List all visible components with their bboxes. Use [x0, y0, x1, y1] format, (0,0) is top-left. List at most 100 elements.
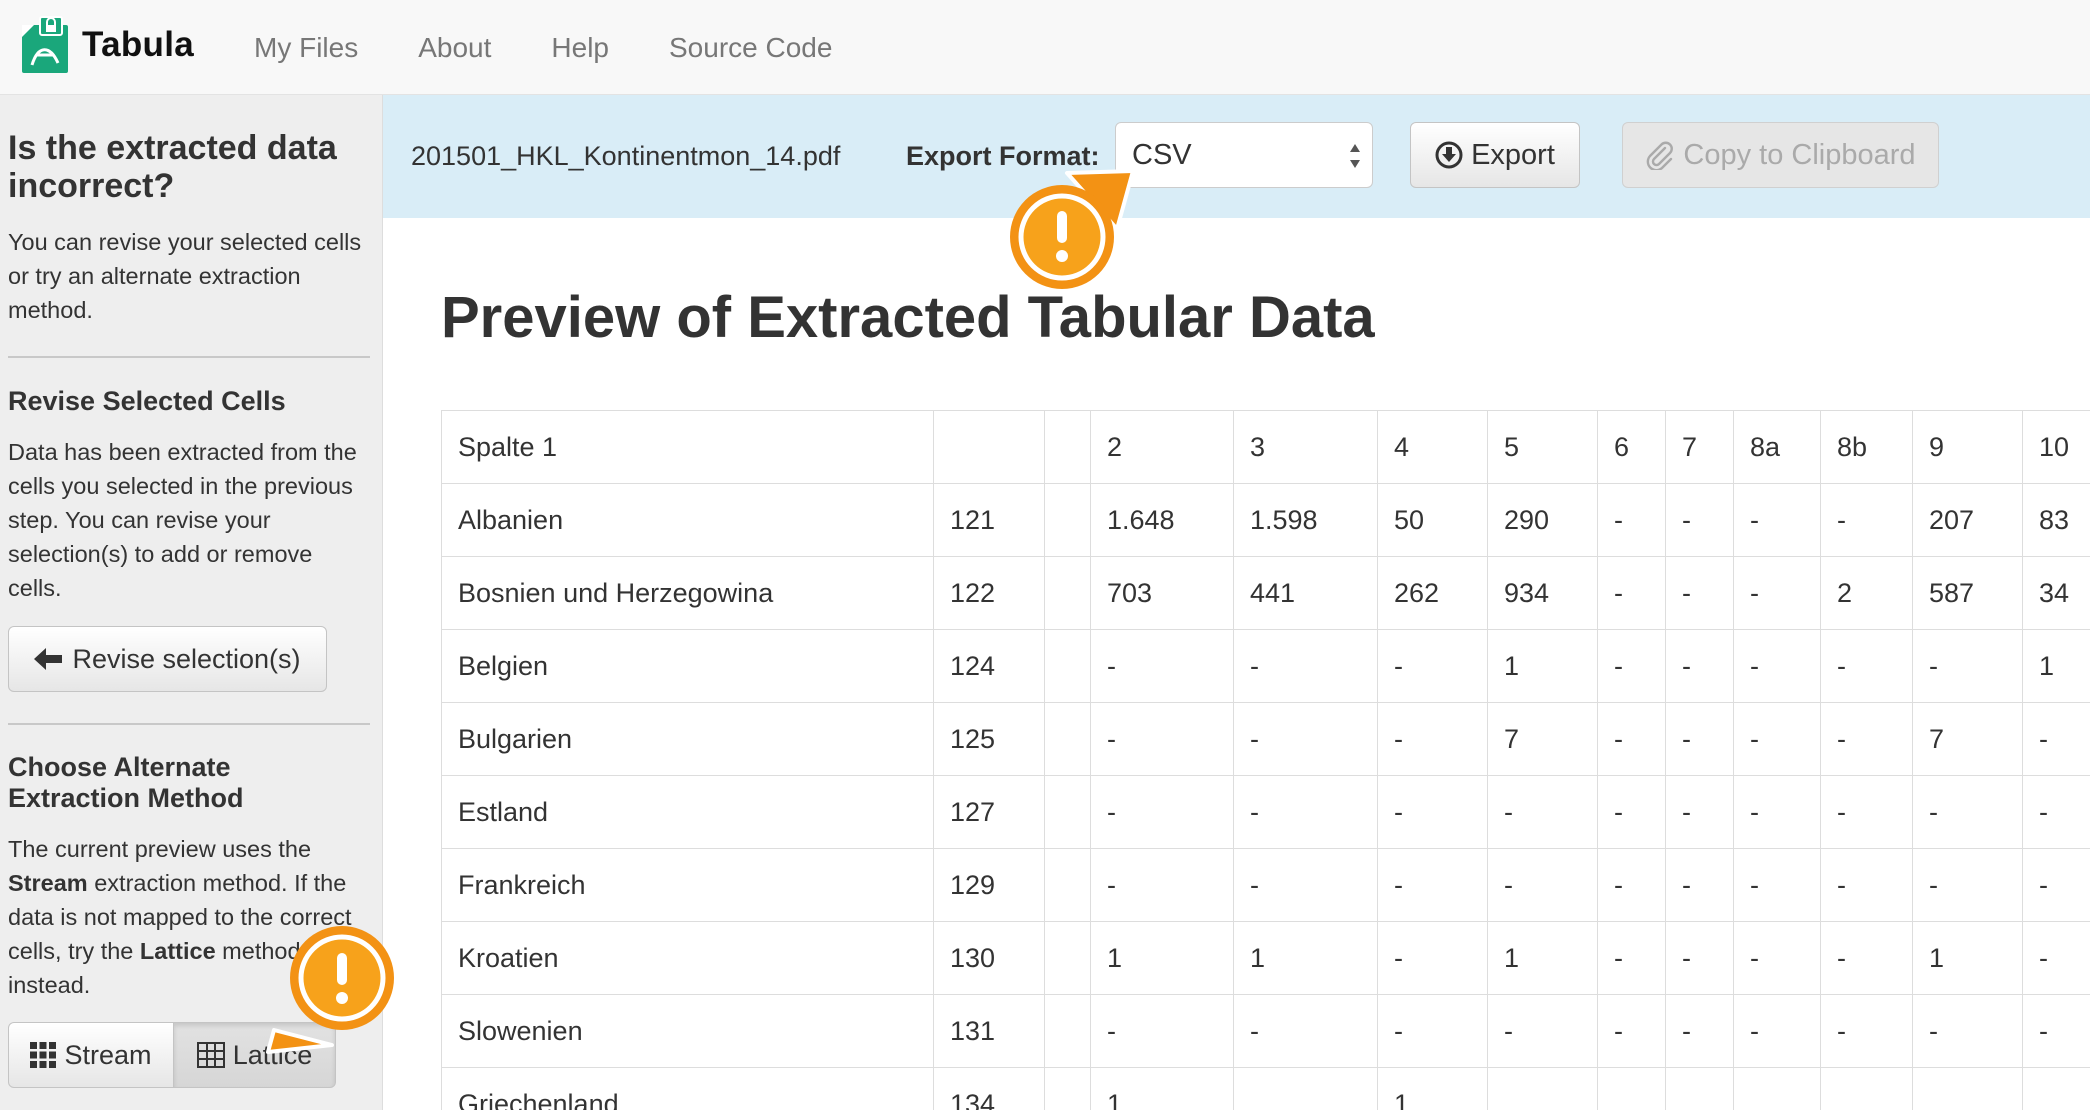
- stream-method-label: Stream: [64, 1039, 152, 1070]
- copy-to-clipboard-label: Copy to Clipboard: [1683, 138, 1916, 171]
- table-cell: 2: [1090, 410, 1234, 484]
- brand-name: Tabula: [82, 25, 194, 64]
- table-cell: 131: [933, 994, 1045, 1068]
- table-cell: [1597, 1067, 1666, 1110]
- table-cell: -: [1377, 775, 1488, 849]
- table-cell: 124: [933, 629, 1045, 703]
- table-cell: 7: [1487, 702, 1598, 776]
- table-row: Albanien 121 1.648 1.598 50 290- - - -207 83: [441, 483, 2090, 557]
- sidebar: Is the extracted data incorrect? You can…: [0, 95, 383, 1110]
- table-cell: [1912, 1067, 2023, 1110]
- table-cell: [1044, 994, 1091, 1068]
- table-cell: -: [1665, 775, 1734, 849]
- table-cell: [1044, 702, 1091, 776]
- sidebar-divider: [8, 356, 370, 358]
- table-cell: 83: [2022, 483, 2090, 557]
- table-cell: Belgien: [441, 629, 934, 703]
- table-cell: -: [2022, 994, 2090, 1068]
- lattice-method-button[interactable]: Lattice: [174, 1022, 336, 1088]
- copy-to-clipboard-button[interactable]: Copy to Clipboard: [1622, 122, 1939, 188]
- method-text-before: The current preview uses the: [8, 836, 312, 862]
- top-navbar: Tabula My Files About Help Source Code: [0, 0, 2090, 95]
- table-cell: -: [2022, 702, 2090, 776]
- table-cell: 7: [1665, 410, 1734, 484]
- table-cell: -: [1233, 629, 1378, 703]
- lattice-method-label: Lattice: [232, 1039, 313, 1070]
- table-cell: -: [1733, 848, 1821, 922]
- table-cell: -: [1820, 994, 1913, 1068]
- table-row: Frankreich 129- - - - - - - - - -: [441, 848, 2090, 922]
- table-cell: 129: [933, 848, 1045, 922]
- table-cell: 1: [2022, 629, 2090, 703]
- table-cell: Griechenland: [441, 1067, 934, 1110]
- table-cell: [1044, 410, 1091, 484]
- table-cell: -: [1820, 775, 1913, 849]
- table-cell: 34: [2022, 556, 2090, 630]
- nav-link-my-files[interactable]: My Files: [254, 32, 358, 64]
- table-row: Griechenland 134 1 1: [441, 1067, 2090, 1110]
- table-cell: -: [1487, 775, 1598, 849]
- table-cell: -: [1090, 702, 1234, 776]
- brand[interactable]: Tabula: [20, 14, 194, 76]
- grid-dots-icon: [30, 1042, 57, 1068]
- table-cell: -: [1912, 775, 2023, 849]
- table-cell: Slowenien: [441, 994, 934, 1068]
- arrow-left-icon: [34, 648, 63, 670]
- table-cell: -: [1377, 848, 1488, 922]
- table-cell: [1044, 775, 1091, 849]
- table-cell: -: [1665, 702, 1734, 776]
- table-cell: [1487, 1067, 1598, 1110]
- table-row: Bosnien und Herzegowina 122 703 441 262 934- -…: [441, 556, 2090, 630]
- table-cell: 7: [1912, 702, 2023, 776]
- table-cell: -: [2022, 775, 2090, 849]
- table-cell: 1: [1090, 1067, 1234, 1110]
- table-cell: 207: [1912, 483, 2023, 557]
- table-cell: [1733, 1067, 1821, 1110]
- table-cell: 290: [1487, 483, 1598, 557]
- sidebar-intro: You can revise your selected cells or tr…: [8, 229, 362, 323]
- nav-link-help[interactable]: Help: [551, 32, 609, 64]
- table-cell: -: [1233, 994, 1378, 1068]
- table-cell: -: [1820, 483, 1913, 557]
- preview-table-container: Spalte 1 2 3 4 5 6 7 8a 8b 9 10 Albanien 121 1.648 1.5…: [441, 410, 2090, 1110]
- table-cell: 6: [1597, 410, 1666, 484]
- revise-heading: Revise Selected Cells: [8, 386, 286, 416]
- table-header-row: Spalte 1 2 3 4 5 6 7 8a 8b 9 10: [441, 410, 2090, 484]
- export-button[interactable]: Export: [1410, 122, 1580, 188]
- table-cell: -: [1820, 921, 1913, 995]
- table-cell: 4: [1377, 410, 1488, 484]
- export-format-label: Export Format:: [906, 141, 1100, 171]
- table-cell: 1: [1487, 921, 1598, 995]
- table-cell: -: [1377, 921, 1488, 995]
- stream-method-button[interactable]: Stream: [8, 1022, 174, 1088]
- table-cell: 1: [1233, 921, 1378, 995]
- export-format-select[interactable]: CSV: [1115, 122, 1373, 188]
- table-cell: 1.648: [1090, 483, 1234, 557]
- table-row: Belgien 124- - -1- - - - -1: [441, 629, 2090, 703]
- table-cell: [1044, 848, 1091, 922]
- table-cell: 262: [1377, 556, 1488, 630]
- nav-link-about[interactable]: About: [418, 32, 491, 64]
- table-cell: 703: [1090, 556, 1234, 630]
- export-format-value: CSV: [1132, 138, 1192, 171]
- revise-selection-button[interactable]: Revise selection(s): [8, 626, 327, 692]
- table-cell: 125: [933, 702, 1045, 776]
- nav-link-source-code[interactable]: Source Code: [669, 32, 832, 64]
- table-grid-icon: [196, 1042, 225, 1068]
- table-cell: [1820, 1067, 1913, 1110]
- table-cell: Bulgarien: [441, 702, 934, 776]
- select-arrows-icon: [1350, 144, 1360, 168]
- pdf-filename: 201501_HKL_Kontinentmon_14.pdf: [411, 141, 841, 171]
- table-cell: -: [1733, 775, 1821, 849]
- table-cell: -: [1090, 775, 1234, 849]
- table-cell: -: [1733, 702, 1821, 776]
- table-cell: -: [1912, 629, 2023, 703]
- table-cell: -: [1597, 775, 1666, 849]
- preview-table-body: Spalte 1 2 3 4 5 6 7 8a 8b 9 10 Albanien 121 1.648 1.5…: [441, 410, 2090, 1110]
- table-cell: -: [1665, 629, 1734, 703]
- table-cell: -: [2022, 848, 2090, 922]
- table-cell: [1044, 556, 1091, 630]
- table-cell: -: [1597, 556, 1666, 630]
- paperclip-icon: [1647, 141, 1674, 170]
- table-cell: -: [1820, 629, 1913, 703]
